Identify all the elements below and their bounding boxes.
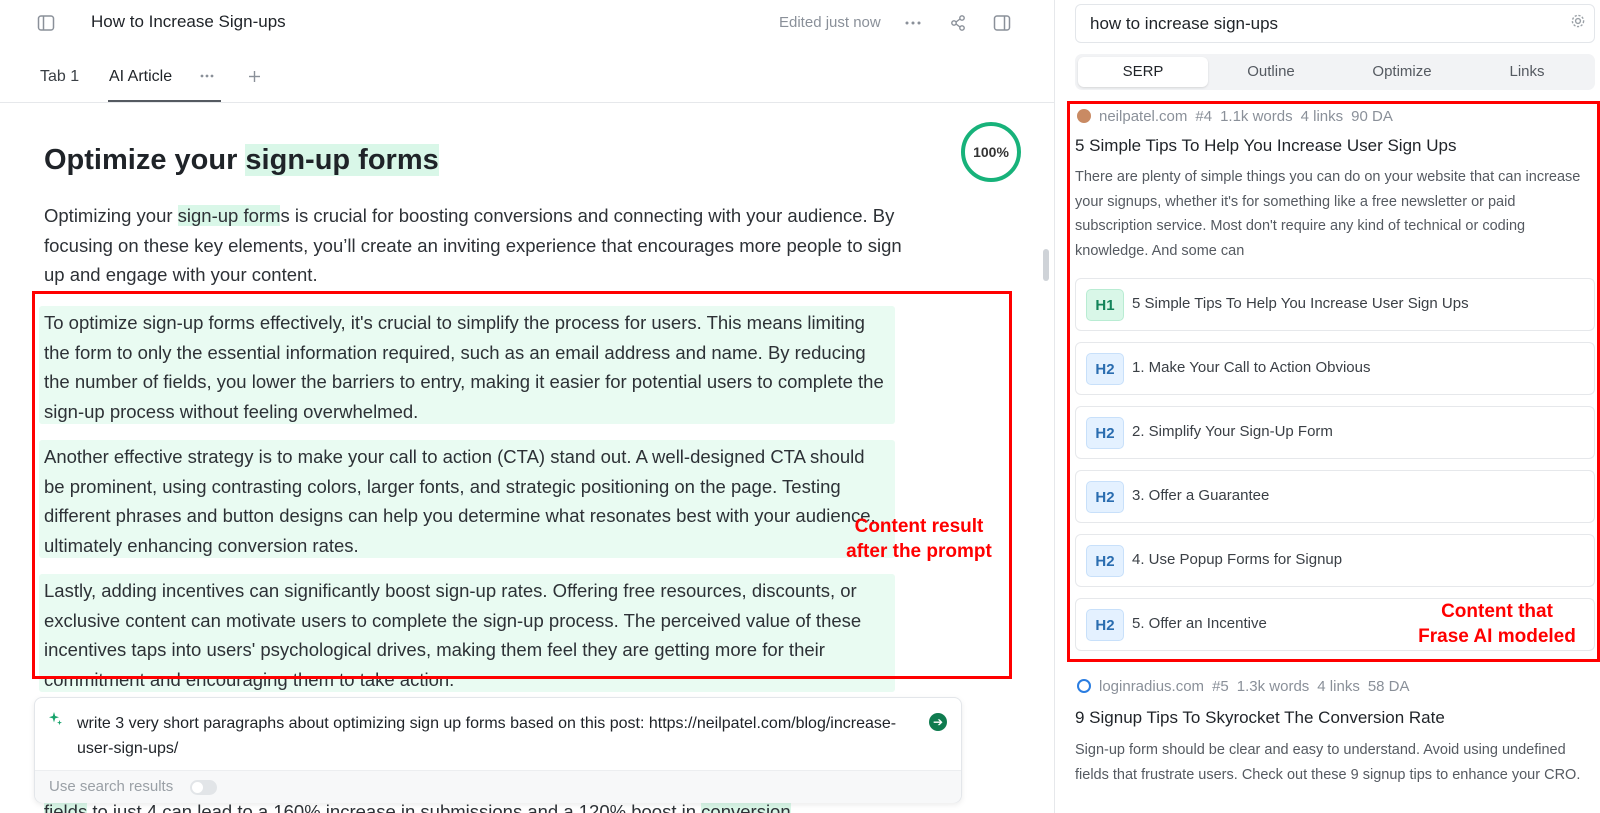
add-tab-icon[interactable] (246, 68, 262, 84)
send-icon[interactable]: ➔ (929, 713, 947, 731)
result-domain[interactable]: loginradius.com (1099, 678, 1204, 695)
prompt-input[interactable]: write 3 very short paragraphs about opti… (77, 711, 897, 761)
editor-scrollbar[interactable] (1043, 249, 1049, 281)
tab-serp[interactable]: SERP (1078, 57, 1208, 87)
favicon-icon (1077, 679, 1091, 693)
use-search-label: Use search results (49, 778, 174, 795)
editor-topbar: How to Increase Sign-ups Edited just now (0, 0, 1054, 46)
result-links: 4 links (1317, 678, 1360, 695)
sparkle-icon (48, 711, 63, 730)
serp-tabs: SERP Outline Optimize Links (1075, 54, 1595, 90)
result-title[interactable]: 9 Signup Tips To Skyrocket The Conversio… (1075, 708, 1445, 728)
result-rank: #5 (1212, 678, 1229, 695)
intro-paragraph[interactable]: Optimizing your sign-up forms is crucial… (44, 201, 904, 290)
serp-pane: how to increase sign-ups SERP Outline Op… (1056, 0, 1600, 813)
tab-links[interactable]: Links (1462, 57, 1592, 87)
intro-text-start: Optimizing your (44, 205, 178, 226)
tab-1[interactable]: Tab 1 (40, 68, 79, 86)
annotation-model: Content that Frase AI modeled (1399, 599, 1595, 649)
content-score-badge[interactable]: 100% (961, 122, 1021, 182)
heading-text: Optimize your (44, 144, 246, 176)
tab-ai-article[interactable]: AI Article (109, 68, 172, 86)
search-query: how to increase sign-ups (1090, 14, 1279, 33)
tab-outline[interactable]: Outline (1206, 57, 1336, 87)
annotation-model-line-1: Content that (1441, 601, 1553, 622)
annotation-result-line-2: after the prompt (846, 541, 992, 562)
more-icon[interactable] (903, 13, 923, 33)
tab-more-icon[interactable] (199, 68, 215, 84)
result-da: 58 DA (1367, 678, 1410, 695)
result-meta: loginradius.com #5 1.3k words 4 links 58 DA (1077, 678, 1418, 695)
use-search-toggle[interactable] (190, 780, 217, 795)
edit-status: Edited just now (779, 14, 881, 31)
heading-keyword: sign-up forms (245, 144, 439, 176)
document-title[interactable]: How to Increase Sign-ups (91, 12, 286, 32)
result-highlight-box (32, 291, 1012, 679)
prompt-footer: Use search results (35, 770, 961, 803)
annotation-result: Content result after the prompt (830, 514, 1008, 564)
active-tab-underline (108, 100, 221, 102)
result-words: 1.3k words (1236, 678, 1310, 695)
share-icon[interactable] (948, 13, 968, 33)
article-heading[interactable]: Optimize your sign-up forms (44, 144, 439, 177)
sidebar-toggle-icon[interactable] (36, 13, 56, 33)
panel-icon[interactable] (992, 13, 1012, 33)
editor-pane: How to Increase Sign-ups Edited just now… (0, 0, 1055, 813)
intro-keyword: sign-up form (177, 205, 281, 226)
annotation-model-line-2: Frase AI modeled (1418, 626, 1576, 647)
app: How to Increase Sign-ups Edited just now… (0, 0, 1600, 813)
result-snippet: Sign-up form should be clear and easy to… (1075, 742, 1581, 783)
annotation-result-line-1: Content result (854, 516, 984, 537)
serp-search-input[interactable]: how to increase sign-ups (1075, 4, 1595, 43)
model-highlight-box (1067, 101, 1600, 662)
tab-optimize[interactable]: Optimize (1337, 57, 1467, 87)
editor-tabs: Tab 1 AI Article (0, 60, 1054, 103)
gear-icon[interactable] (1570, 13, 1586, 34)
ai-prompt-box: write 3 very short paragraphs about opti… (34, 697, 962, 803)
